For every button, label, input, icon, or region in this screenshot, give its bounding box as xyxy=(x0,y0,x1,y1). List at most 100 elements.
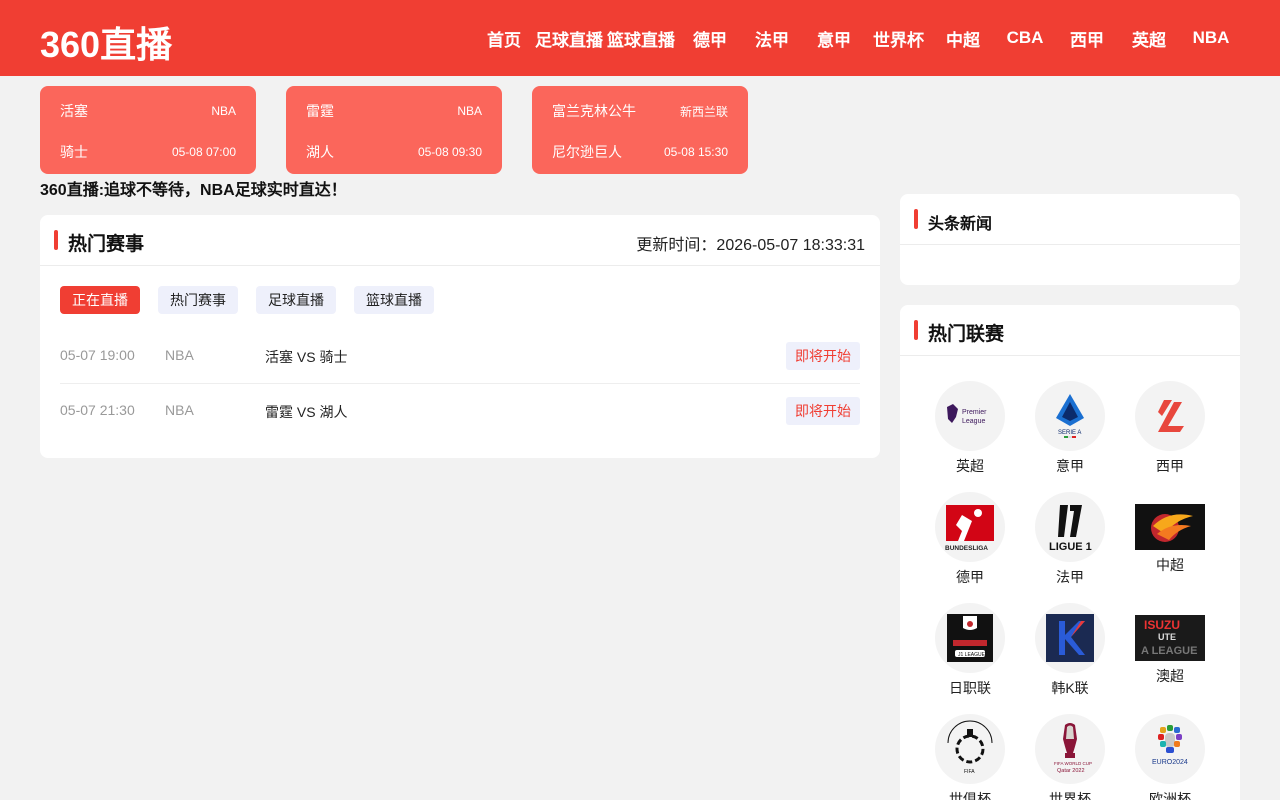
league-item-euro[interactable]: EURO2024 欧洲杯 xyxy=(1120,714,1220,800)
panel-header: 头条新闻 xyxy=(900,194,1240,245)
league-item-world-cup[interactable]: FIFA WORLD CUP Qatar 2022 世界杯 xyxy=(1020,714,1120,800)
svg-text:LIGUE 1: LIGUE 1 xyxy=(1049,541,1092,553)
nav-premier-league[interactable]: 英超 xyxy=(1120,26,1178,51)
site-slogan: 360直播:追球不等待，NBA足球实时直达！ xyxy=(40,182,347,199)
nav-home[interactable]: 首页 xyxy=(475,26,533,51)
bundesliga-icon: BUNDESLIGA xyxy=(935,492,1005,562)
panel-header: 热门赛事 更新时间：2026-05-07 18:33:31 xyxy=(40,215,880,266)
league-name: 法甲 xyxy=(1056,569,1084,585)
league-item-bundesliga[interactable]: BUNDESLIGA 德甲 xyxy=(920,492,1020,587)
update-time: 更新时间：2026-05-07 18:33:31 xyxy=(636,237,865,254)
home-team: 富兰克林公牛 xyxy=(552,103,636,119)
ligue1-icon: LIGUE 1 xyxy=(1035,492,1105,562)
svg-text:J1 LEAGUE: J1 LEAGUE xyxy=(958,652,986,658)
league-name: 韩K联 xyxy=(1051,680,1089,696)
svg-text:BUNDESLIGA: BUNDESLIGA xyxy=(945,545,988,552)
home-team: 活塞 xyxy=(60,103,88,119)
jleague-icon: J1 LEAGUE xyxy=(935,603,1005,673)
league-item-premier-league[interactable]: Premier League 英超 xyxy=(920,381,1020,476)
league-label: 新西兰联 xyxy=(679,104,728,119)
match-status-button[interactable]: 即将开始 xyxy=(786,397,860,425)
panel-header: 热门联赛 xyxy=(900,305,1240,356)
league-item-jleague[interactable]: J1 LEAGUE 日职联 xyxy=(920,603,1020,698)
league-name: 澳超 xyxy=(1156,668,1184,684)
tab-hot-events[interactable]: 热门赛事 xyxy=(158,286,238,314)
premier-league-icon: Premier League xyxy=(935,381,1005,451)
match-teams: 活塞 VS 骑士 xyxy=(265,349,348,365)
league-item-serie-a[interactable]: SERIE A 意甲 xyxy=(1020,381,1120,476)
nav-bundesliga[interactable]: 德甲 xyxy=(681,26,739,51)
nav-world-cup[interactable]: 世界杯 xyxy=(867,26,930,51)
league-label: NBA xyxy=(457,104,482,118)
match-row[interactable]: 05-07 19:00 NBA 活塞 VS 骑士 即将开始 xyxy=(60,329,860,384)
site-logo[interactable]: 360直播 xyxy=(40,16,172,68)
serie-a-icon: SERIE A xyxy=(1035,381,1105,451)
league-item-aleague[interactable]: ISUZU UTE A LEAGUE 澳超 xyxy=(1120,603,1220,698)
nav-csl[interactable]: 中超 xyxy=(934,26,992,51)
match-row[interactable]: 05-07 21:30 NBA 雷霆 VS 湖人 即将开始 xyxy=(60,384,860,439)
svg-text:EURO2024: EURO2024 xyxy=(1152,759,1188,766)
top-match-cards: 活塞 NBA 骑士 05-08 07:00 雷霆 NBA 湖人 05-08 09:30 … xyxy=(40,86,778,174)
svg-text:FIFA: FIFA xyxy=(964,769,975,775)
svg-text:UTE: UTE xyxy=(1158,632,1176,642)
league-name: 意甲 xyxy=(1056,458,1084,474)
league-item-csl[interactable]: 中超 xyxy=(1120,492,1220,587)
nav-serie-a[interactable]: 意甲 xyxy=(805,26,863,51)
match-time: 05-07 21:30 xyxy=(60,402,135,418)
league-item-ligue1[interactable]: LIGUE 1 法甲 xyxy=(1020,492,1120,587)
svg-text:ISUZU: ISUZU xyxy=(1144,618,1180,632)
club-world-cup-icon: FIFA xyxy=(935,714,1005,784)
svg-text:Premier: Premier xyxy=(962,409,987,416)
tab-basketball-live[interactable]: 篮球直播 xyxy=(354,286,434,314)
match-league: NBA xyxy=(165,347,194,363)
svg-text:A LEAGUE: A LEAGUE xyxy=(1141,645,1197,657)
league-name: 日职联 xyxy=(949,680,991,696)
nav-laliga[interactable]: 西甲 xyxy=(1058,26,1116,51)
title-accent-bar xyxy=(54,230,58,250)
nav-ligue1[interactable]: 法甲 xyxy=(743,26,801,51)
league-name: 世界杯 xyxy=(1049,791,1091,800)
panel-title: 热门联赛 xyxy=(928,324,1005,345)
league-grid: Premier League 英超 SERIE A 意甲 西甲 BUNDESLI… xyxy=(920,381,1220,800)
laliga-icon xyxy=(1135,381,1205,451)
league-name: 欧洲杯 xyxy=(1149,791,1191,800)
league-item-kleague[interactable]: 韩K联 xyxy=(1020,603,1120,698)
nav-cba[interactable]: CBA xyxy=(996,28,1054,48)
csl-icon xyxy=(1135,504,1205,550)
tab-live-now[interactable]: 正在直播 xyxy=(60,286,140,314)
away-team: 尼尔逊巨人 xyxy=(552,144,622,160)
match-status-button[interactable]: 即将开始 xyxy=(786,342,860,370)
match-time: 05-08 07:00 xyxy=(171,145,236,159)
match-teams: 雷霆 VS 湖人 xyxy=(265,404,348,420)
title-accent-bar xyxy=(914,320,918,340)
main-nav: 首页 足球直播 篮球直播 德甲 法甲 意甲 世界杯 中超 CBA 西甲 英超 N… xyxy=(471,0,1240,76)
title-accent-bar xyxy=(914,209,918,229)
world-cup-icon: FIFA WORLD CUP Qatar 2022 xyxy=(1035,714,1105,784)
match-time: 05-08 09:30 xyxy=(417,145,482,159)
league-item-club-world-cup[interactable]: FIFA 世俱杯 xyxy=(920,714,1020,800)
away-team: 骑士 xyxy=(60,144,88,160)
nav-basketball-live[interactable]: 篮球直播 xyxy=(605,26,677,51)
match-card[interactable]: 雷霆 NBA 湖人 05-08 09:30 xyxy=(286,86,502,174)
panel-title: 热门赛事 xyxy=(68,234,145,255)
match-league: NBA xyxy=(165,402,194,418)
league-name: 西甲 xyxy=(1156,458,1184,474)
league-name: 英超 xyxy=(956,458,984,474)
match-card[interactable]: 活塞 NBA 骑士 05-08 07:00 xyxy=(40,86,256,174)
match-tabs: 正在直播 热门赛事 足球直播 篮球直播 xyxy=(60,286,452,314)
nav-nba[interactable]: NBA xyxy=(1182,28,1240,48)
league-name: 世俱杯 xyxy=(949,791,991,800)
match-card[interactable]: 富兰克林公牛 新西兰联 尼尔逊巨人 05-08 15:30 xyxy=(532,86,748,174)
svg-text:Qatar 2022: Qatar 2022 xyxy=(1057,768,1085,774)
league-item-laliga[interactable]: 西甲 xyxy=(1120,381,1220,476)
top-header: 360直播 首页 足球直播 篮球直播 德甲 法甲 意甲 世界杯 中超 CBA 西… xyxy=(0,0,1280,76)
svg-text:League: League xyxy=(962,418,985,425)
kleague-icon xyxy=(1035,603,1105,673)
hot-leagues-panel: 热门联赛 Premier League 英超 SERIE A 意甲 西甲 BUN… xyxy=(900,305,1240,800)
hot-events-panel: 热门赛事 更新时间：2026-05-07 18:33:31 正在直播 热门赛事 … xyxy=(40,215,880,458)
nav-football-live[interactable]: 足球直播 xyxy=(533,26,605,51)
tab-football-live[interactable]: 足球直播 xyxy=(256,286,336,314)
euro-icon: EURO2024 xyxy=(1135,714,1205,784)
match-time: 05-08 15:30 xyxy=(663,145,728,159)
match-list: 05-07 19:00 NBA 活塞 VS 骑士 即将开始 05-07 21:3… xyxy=(60,329,860,439)
